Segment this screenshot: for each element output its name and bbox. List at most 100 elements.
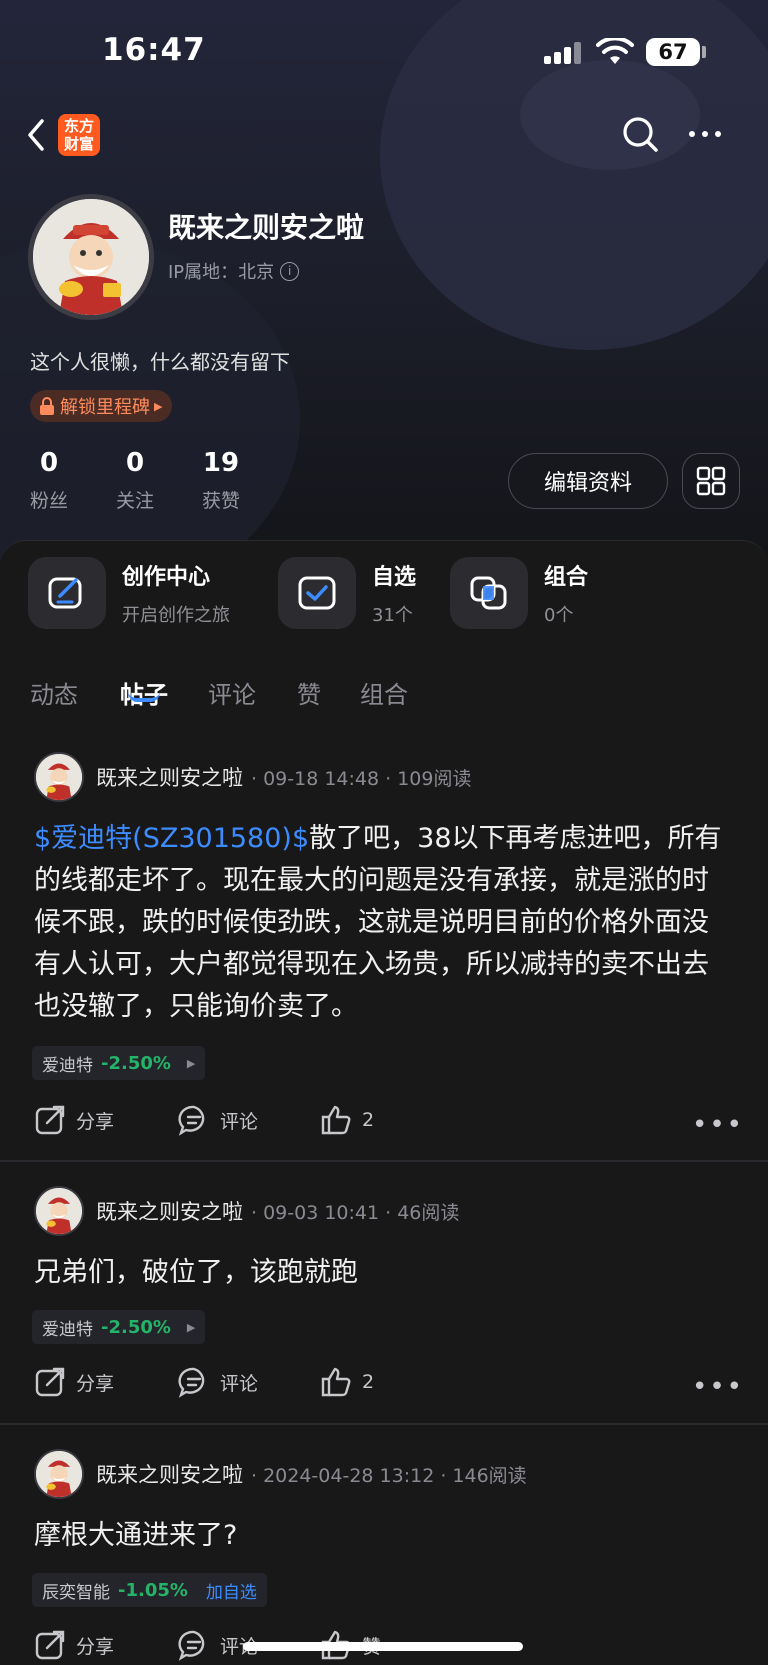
play-arrow-icon: ▶ — [154, 399, 163, 413]
shortcut-subtitle: 31个 — [372, 605, 413, 626]
comment-label: 评论 — [220, 1110, 259, 1133]
edit-profile-button[interactable]: 编辑资料 — [508, 453, 668, 509]
thumbs-up-icon — [321, 1105, 351, 1135]
stat-following[interactable]: 0 关注 — [114, 448, 156, 513]
share-button[interactable]: 分享 — [34, 1629, 114, 1661]
avatar[interactable] — [34, 752, 84, 802]
shortcut-portfolio[interactable]: 组合 0个 — [450, 557, 588, 629]
share-icon — [35, 1367, 65, 1397]
more-options-icon[interactable]: ••• — [692, 1110, 744, 1140]
cellular-signal-icon — [544, 42, 584, 64]
stat-label: 粉丝 — [29, 490, 68, 512]
avatar-image — [33, 199, 149, 315]
share-button[interactable]: 分享 — [34, 1366, 114, 1398]
divider — [0, 1423, 768, 1425]
post-body[interactable]: 兄弟们，破位了，该跑就跑 — [34, 1252, 734, 1294]
share-button[interactable]: 分享 — [34, 1104, 114, 1136]
stat-followers[interactable]: 0 粉丝 — [28, 448, 70, 513]
milestone-badge[interactable]: 解锁里程碑 ▶ — [30, 390, 173, 422]
like-count: 2 — [362, 1109, 375, 1131]
search-icon[interactable] — [620, 114, 660, 154]
stock-tag-name: 爱迪特 — [42, 1319, 93, 1340]
profile-username: 既来之则安之啦 — [168, 211, 365, 244]
app-logo[interactable]: 东方 财富 — [58, 114, 100, 156]
profile-bio: 这个人很懒，什么都没有留下 — [30, 350, 290, 374]
post-meta: · 09-18 14:48 · 109阅读 — [251, 767, 472, 790]
profile-stats: 0 粉丝 0 关注 19 获赞 — [28, 448, 242, 513]
stat-value: 19 — [202, 448, 240, 478]
tab-bar: 动态 帖子 评论 赞 组合 — [0, 675, 768, 735]
post-header: 既来之则安之啦 · 09-18 14:48 · 109阅读 — [34, 752, 471, 802]
shortcut-subtitle: 开启创作之旅 — [122, 605, 230, 626]
post-author[interactable]: 既来之则安之啦 — [96, 762, 243, 792]
tab-likes[interactable]: 赞 — [297, 675, 321, 710]
like-button[interactable]: 2 — [320, 1104, 374, 1136]
more-options-icon[interactable] — [686, 116, 724, 152]
status-bar: 16:47 67 — [0, 0, 768, 100]
overlap-squares-icon — [450, 557, 528, 629]
tab-comments[interactable]: 评论 — [208, 675, 256, 710]
post-header: 既来之则安之啦 · 2024-04-28 13:12 · 146阅读 — [34, 1449, 527, 1499]
stat-label: 获赞 — [201, 490, 240, 512]
tab-dynamics[interactable]: 动态 — [30, 675, 78, 710]
avatar[interactable] — [34, 1449, 84, 1499]
shortcut-watchlist[interactable]: 自选 31个 — [278, 557, 416, 629]
home-indicator[interactable] — [243, 1642, 523, 1651]
avatar[interactable] — [28, 194, 154, 320]
thumbs-up-icon — [321, 1367, 351, 1397]
back-arrow-icon[interactable] — [22, 116, 52, 154]
stat-likes[interactable]: 19 获赞 — [200, 448, 242, 513]
milestone-label: 解锁里程碑 — [60, 397, 150, 418]
post-body[interactable]: $爱迪特(SZ301580)$散了吧，38以下再考虑进吧，所有的线都走坏了。现在… — [34, 818, 734, 1028]
lock-icon — [40, 397, 54, 415]
stock-tag-name: 辰奕智能 — [42, 1582, 110, 1603]
share-icon — [35, 1630, 65, 1660]
top-nav: 东方 财富 — [0, 108, 768, 162]
avatar[interactable] — [34, 1186, 84, 1236]
app-logo-line1: 东方 — [63, 117, 94, 135]
play-arrow-icon: ▶ — [186, 1320, 196, 1334]
comment-button[interactable]: 评论 — [178, 1104, 258, 1136]
post-body[interactable]: 摩根大通进来了? — [34, 1515, 734, 1557]
post-meta: · 2024-04-28 13:12 · 146阅读 — [251, 1464, 527, 1487]
divider — [0, 1160, 768, 1162]
like-button[interactable]: 2 — [320, 1366, 374, 1398]
post-meta: · 09-03 10:41 · 46阅读 — [251, 1201, 460, 1224]
stock-tag[interactable]: 爱迪特 -2.50% ▶ — [32, 1046, 206, 1080]
stock-tag[interactable]: 辰奕智能 -1.05% 加自选 — [32, 1573, 267, 1607]
comment-icon — [178, 1630, 205, 1661]
post-actions: 分享 评论 2 ••• — [34, 1366, 744, 1406]
shortcut-title: 自选 — [372, 565, 417, 590]
shortcut-creator-center[interactable]: 创作中心 开启创作之旅 — [28, 557, 230, 629]
stock-tag-change: -2.50% — [101, 1052, 171, 1074]
tab-portfolio[interactable]: 组合 — [360, 675, 408, 710]
check-square-icon — [278, 557, 356, 629]
share-icon — [35, 1105, 65, 1135]
battery-icon: 67 — [646, 38, 700, 66]
share-label: 分享 — [76, 1635, 115, 1658]
shortcut-title: 创作中心 — [122, 565, 211, 590]
comment-button[interactable]: 评论 — [178, 1366, 258, 1398]
shortcut-row: 创作中心 开启创作之旅 自选 31个 组合 0个 — [0, 557, 768, 647]
stock-tag[interactable]: 爱迪特 -2.50% ▶ — [32, 1310, 206, 1344]
more-options-icon[interactable]: ••• — [692, 1372, 744, 1402]
stock-tag-change: -1.05% — [118, 1579, 188, 1601]
post-actions: 分享 评论 2 ••• — [34, 1104, 744, 1144]
post-author[interactable]: 既来之则安之啦 — [96, 1459, 243, 1489]
qr-code-button[interactable] — [682, 453, 740, 509]
post-header: 既来之则安之啦 · 09-03 10:41 · 46阅读 — [34, 1186, 459, 1236]
stat-value: 0 — [39, 448, 59, 478]
shortcut-title: 组合 — [544, 565, 589, 590]
share-label: 分享 — [76, 1372, 115, 1395]
share-label: 分享 — [76, 1110, 115, 1133]
status-time: 16:47 — [102, 32, 206, 68]
active-tab-indicator — [128, 692, 160, 702]
comment-label: 评论 — [220, 1372, 259, 1395]
stock-link[interactable]: $爱迪特(SZ301580)$ — [34, 823, 309, 854]
add-to-watchlist-button[interactable]: 加自选 — [206, 1578, 257, 1603]
stat-label: 关注 — [115, 490, 154, 512]
comment-icon — [178, 1367, 205, 1398]
post-author[interactable]: 既来之则安之啦 — [96, 1196, 243, 1226]
comment-icon — [178, 1105, 205, 1136]
info-icon[interactable]: i — [280, 261, 300, 281]
